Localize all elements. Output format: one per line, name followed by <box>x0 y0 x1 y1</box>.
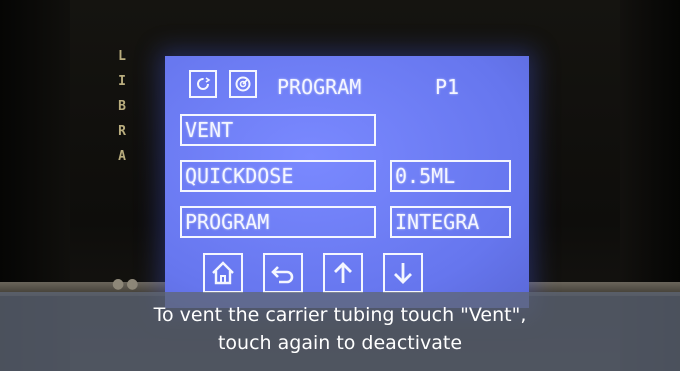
lcd-screen: PROGRAM P1 VENT QUICKDOSE 0.5ML PROGRAM … <box>165 56 529 308</box>
brand-letter: A <box>118 149 126 164</box>
integra-button-label: INTEGRA <box>395 210 480 234</box>
scroll-up-button[interactable] <box>323 253 363 293</box>
vent-button-label: VENT <box>185 118 234 142</box>
program-button[interactable]: PROGRAM <box>180 206 376 238</box>
back-icon <box>271 266 294 284</box>
integra-button[interactable]: INTEGRA <box>390 206 511 238</box>
power-cycle-icon[interactable] <box>189 70 217 98</box>
home-button[interactable] <box>203 253 243 293</box>
quickdose-volume-button[interactable]: 0.5ML <box>390 160 511 192</box>
brand-letter: B <box>118 99 126 114</box>
program-button-label: PROGRAM <box>185 210 270 234</box>
video-caption: To vent the carrier tubing touch "Vent",… <box>0 292 680 371</box>
vent-button[interactable]: VENT <box>180 114 376 146</box>
brand-letter: R <box>118 124 126 139</box>
program-id: P1 <box>435 75 460 99</box>
quickdose-button[interactable]: QUICKDOSE <box>180 160 376 192</box>
caption-line: To vent the carrier tubing touch "Vent", <box>153 304 527 326</box>
settings-gauge-glyph <box>235 76 251 92</box>
quickdose-button-label: QUICKDOSE <box>185 164 294 188</box>
power-cycle-glyph <box>197 77 211 90</box>
settings-gauge-icon[interactable] <box>229 70 257 98</box>
scroll-down-button[interactable] <box>383 253 423 293</box>
back-button[interactable] <box>263 253 303 293</box>
brand-label: L I B R A <box>115 44 129 169</box>
brand-letter: L <box>118 49 126 64</box>
home-icon <box>212 261 234 285</box>
screen-title: PROGRAM <box>277 75 362 99</box>
quickdose-volume-label: 0.5ML <box>395 164 456 188</box>
arrow-up-icon <box>334 262 352 283</box>
arrow-down-icon <box>394 263 412 284</box>
brand-letter: I <box>118 74 126 89</box>
caption-line: touch again to deactivate <box>217 332 463 354</box>
